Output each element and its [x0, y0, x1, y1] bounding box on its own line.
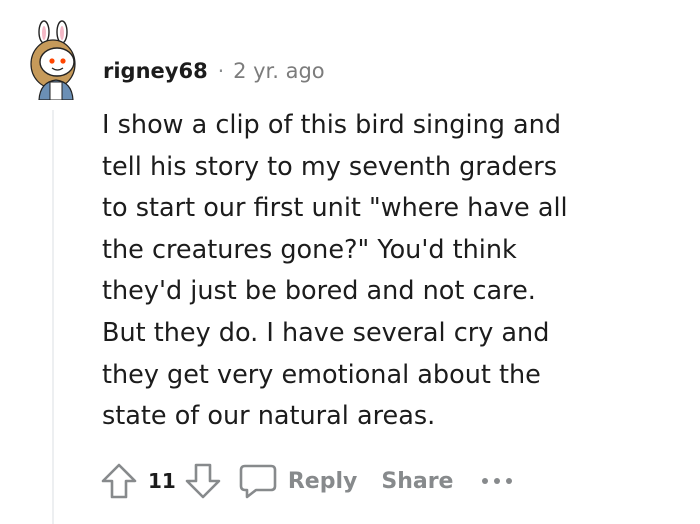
comment-body-line: tell his story to my seventh graders [102, 151, 558, 182]
comment-body-line: state of our natural areas. [102, 401, 436, 432]
reply-button[interactable]: Reply [238, 462, 358, 500]
comment-body-line: But they do. I have several cry and [102, 317, 550, 348]
thread-line[interactable] [52, 110, 54, 524]
ellipsis-icon [482, 478, 513, 484]
comment-meta: rigney68 · 2 yr. ago [103, 56, 325, 86]
comment: rigney68 · 2 yr. ago I show a clip of th… [0, 0, 700, 524]
comment-body-line: the creatures gone?" You'd think [102, 234, 517, 265]
vote-score: 11 [148, 469, 176, 493]
upvote-button[interactable] [98, 460, 140, 502]
timestamp[interactable]: 2 yr. ago [233, 59, 325, 83]
upvote-arrow-icon [101, 463, 137, 499]
username-link[interactable]: rigney68 [103, 59, 208, 83]
share-button[interactable]: Share [381, 469, 453, 494]
comment-body-line: to start our first unit "where have all [102, 193, 568, 224]
comment-body: I show a clip of this bird singing and t… [102, 105, 662, 438]
downvote-arrow-icon [185, 463, 221, 499]
comment-body-line: I show a clip of this bird singing and [102, 110, 561, 140]
avatar[interactable] [24, 20, 86, 101]
reply-label: Reply [287, 468, 358, 494]
downvote-button[interactable] [182, 460, 224, 502]
speech-bubble-icon [239, 464, 277, 499]
comment-actions: 11 Reply Share [98, 458, 513, 504]
meta-separator: · [217, 59, 225, 83]
snoo-bunny-avatar-icon [30, 20, 76, 101]
more-options-button[interactable] [481, 471, 513, 491]
comment-body-line: they get very emotional about the [102, 359, 541, 390]
comment-body-line: they'd just be bored and not care. [102, 276, 536, 307]
